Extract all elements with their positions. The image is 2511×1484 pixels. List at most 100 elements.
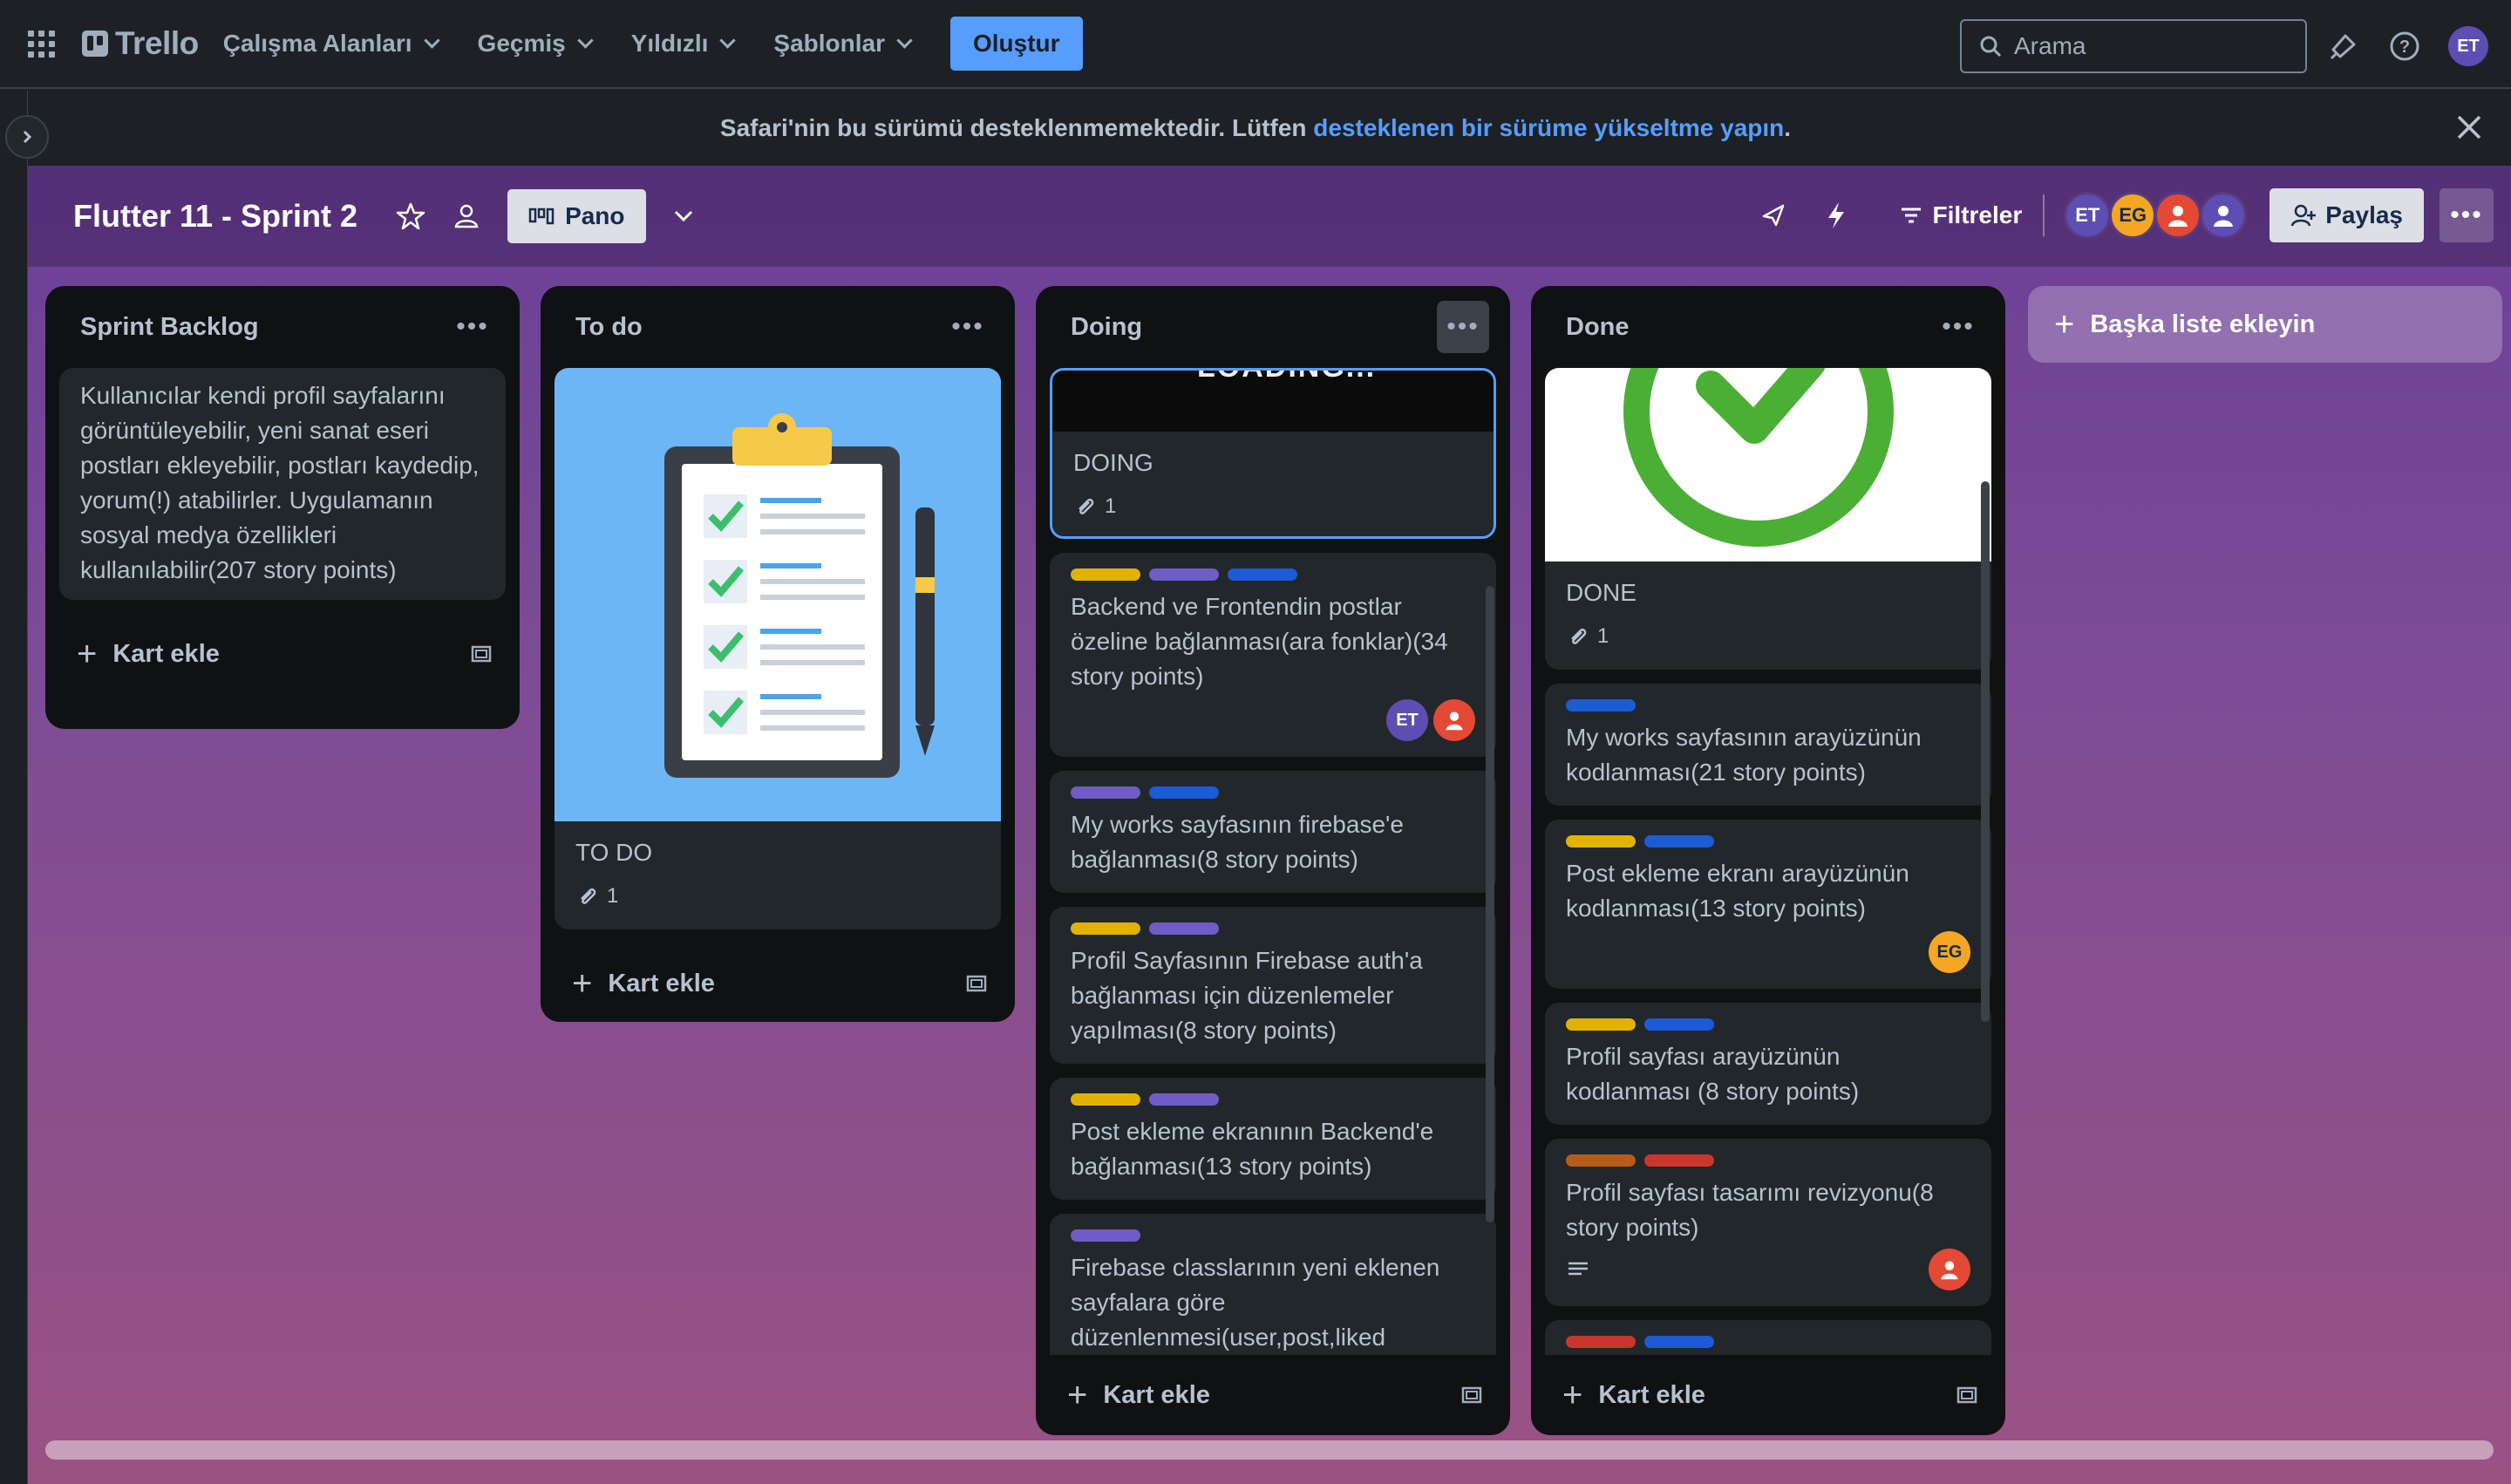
nav-workspaces[interactable]: Çalışma Alanları	[223, 30, 440, 58]
create-button[interactable]: Oluştur	[950, 17, 1083, 71]
member-avatar-user-purple[interactable]	[2200, 192, 2248, 239]
label-blue[interactable]	[1644, 835, 1714, 848]
list-menu-button[interactable]: •••	[446, 301, 499, 353]
board-title[interactable]: Flutter 11 - Sprint 2	[73, 198, 357, 235]
card[interactable]: Profil Sayfasının Firebase auth'a bağlan…	[1050, 907, 1496, 1064]
automation-icon[interactable]	[1823, 201, 1849, 230]
card-title: DOING	[1073, 449, 1153, 476]
card[interactable]: My works sayfasının arayüzünün kodlanmas…	[1545, 684, 1991, 806]
add-list-button[interactable]: + Başka liste ekleyin	[2028, 286, 2502, 363]
card[interactable]: LOADING... DOING 1	[1050, 368, 1496, 539]
label-yellow[interactable]	[1071, 922, 1140, 935]
card[interactable]: Kullanıcılar kendi profil sayfalarını gö…	[59, 368, 506, 600]
label-yellow[interactable]	[1566, 835, 1636, 848]
trello-logo[interactable]: Trello	[82, 25, 199, 62]
list-scrollbar[interactable]	[1486, 586, 1494, 1222]
card-title: Profil sayfası tasarımı revizyonu(8 stor…	[1566, 1179, 1934, 1241]
add-card-button[interactable]: + Kart ekle	[1067, 1378, 1210, 1413]
member-avatar-et[interactable]: ET	[1386, 699, 1428, 741]
attachment-icon	[581, 888, 596, 904]
filter-icon[interactable]	[1898, 202, 1924, 228]
list-title[interactable]: Doing	[1071, 313, 1142, 342]
card-badges: 1	[1073, 489, 1473, 524]
label-purple[interactable]	[1071, 786, 1140, 799]
card[interactable]: Backend ve Frontendin postlar özeline ba…	[1050, 553, 1496, 757]
close-icon[interactable]	[2452, 110, 2487, 145]
attachment-count: 1	[1597, 624, 1609, 648]
card[interactable]: Post ekleme ekranı arayüzünün kodlanması…	[1545, 820, 1991, 989]
label-purple[interactable]	[1149, 568, 1219, 581]
card[interactable]: My works sayfasının firebase'e bağlanmas…	[1050, 771, 1496, 893]
card-title: DONE	[1566, 579, 1637, 606]
expand-sidebar-button[interactable]	[5, 115, 49, 159]
label-yellow[interactable]	[1071, 568, 1140, 581]
member-avatar-et[interactable]: ET	[2064, 192, 2112, 239]
app-switcher-icon[interactable]	[19, 22, 63, 65]
user-avatar[interactable]: ET	[2448, 26, 2488, 66]
share-button[interactable]: Paylaş	[2269, 188, 2424, 242]
card[interactable]: DONE 1	[1545, 368, 1991, 670]
add-card-button[interactable]: + Kart ekle	[1562, 1378, 1705, 1413]
member-avatar-eg[interactable]: EG	[2109, 192, 2157, 239]
board-view-button[interactable]: Pano	[507, 189, 646, 243]
label-blue[interactable]	[1228, 568, 1297, 581]
create-from-template-icon[interactable]	[1955, 1383, 1979, 1407]
star-icon[interactable]	[396, 201, 425, 231]
search-input[interactable]: Arama	[1960, 19, 2307, 73]
card[interactable]: Profil sayfası tasarımı revizyonu(8 stor…	[1545, 1139, 1991, 1306]
card-labels	[1071, 568, 1475, 581]
add-card-button[interactable]: + Kart ekle	[77, 636, 220, 671]
create-from-template-icon[interactable]	[964, 971, 989, 996]
chevron-down-icon	[577, 31, 594, 49]
label-purple[interactable]	[1071, 1229, 1140, 1242]
plus-icon: +	[1562, 1376, 1583, 1414]
label-blue[interactable]	[1644, 1018, 1714, 1031]
add-card-button[interactable]: + Kart ekle	[572, 966, 715, 1001]
board-menu-button[interactable]: •••	[2440, 188, 2494, 242]
label-purple[interactable]	[1149, 922, 1219, 935]
card[interactable]: Profil sayfası arayüzünün kodlanması (8 …	[1545, 1003, 1991, 1125]
member-avatar-eg[interactable]: EG	[1929, 931, 1970, 973]
label-yellow[interactable]	[1566, 1018, 1636, 1031]
label-blue[interactable]	[1149, 786, 1219, 799]
list-title[interactable]: Sprint Backlog	[80, 313, 259, 342]
member-avatar-user[interactable]	[1929, 1249, 1970, 1290]
workspace-visibility-icon[interactable]	[452, 201, 481, 231]
list-title[interactable]: Done	[1566, 313, 1630, 342]
nav-recent[interactable]: Geçmiş	[478, 30, 594, 58]
description-icon	[1569, 1262, 1588, 1276]
label-red[interactable]	[1644, 1154, 1714, 1167]
list-menu-button[interactable]: •••	[1932, 301, 1984, 353]
card-labels	[1566, 1336, 1970, 1348]
filters-button[interactable]: Filtreler	[1933, 201, 2023, 229]
chevron-right-icon	[23, 130, 32, 144]
label-red[interactable]	[1566, 1336, 1636, 1348]
list-scrollbar[interactable]	[1981, 481, 1990, 1022]
add-member-icon	[2291, 204, 2317, 227]
label-blue[interactable]	[1644, 1336, 1714, 1348]
power-ups-icon[interactable]	[1759, 201, 1788, 230]
nav-starred[interactable]: Yıldızlı	[631, 30, 737, 58]
create-from-template-icon[interactable]	[469, 642, 493, 666]
list-menu-button[interactable]: •••	[1437, 301, 1489, 353]
label-blue[interactable]	[1566, 699, 1636, 711]
banner-upgrade-link[interactable]: desteklenen bir sürüme yükseltme yapın	[1313, 114, 1784, 142]
card-partial[interactable]	[1545, 1320, 1991, 1355]
help-icon[interactable]: ?	[2387, 29, 2422, 64]
banner-text: Safari'nin bu sürümü desteklenmemektedir…	[719, 114, 1307, 141]
create-from-template-icon[interactable]	[1460, 1383, 1484, 1407]
member-avatar-user-red[interactable]	[2154, 192, 2202, 239]
label-yellow[interactable]	[1071, 1093, 1140, 1106]
list-menu-button[interactable]: •••	[942, 301, 994, 353]
card[interactable]: Post ekleme ekranının Backend'e bağlanma…	[1050, 1078, 1496, 1200]
board-horizontal-scrollbar[interactable]	[45, 1440, 2494, 1460]
notifications-icon[interactable]	[2326, 29, 2361, 64]
nav-templates[interactable]: Şablonlar	[773, 30, 913, 58]
view-switcher-chevron[interactable]	[670, 203, 697, 229]
member-avatar-user[interactable]	[1433, 699, 1475, 741]
list-title[interactable]: To do	[575, 313, 643, 342]
card[interactable]: TO DO 1	[555, 368, 1001, 929]
label-purple[interactable]	[1149, 1093, 1219, 1106]
card[interactable]: Firebase classlarının yeni eklenen sayfa…	[1050, 1214, 1496, 1355]
label-orange[interactable]	[1566, 1154, 1636, 1167]
